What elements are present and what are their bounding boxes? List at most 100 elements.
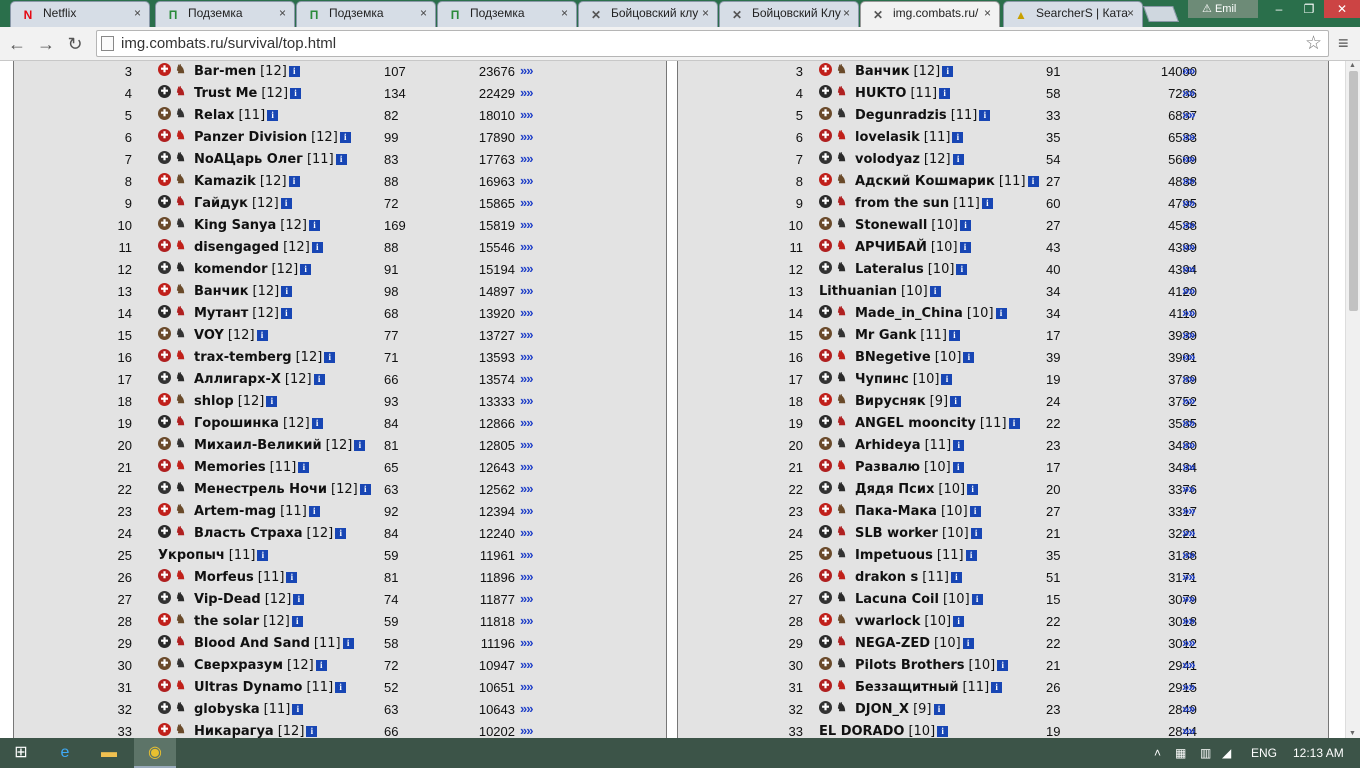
info-icon[interactable]: i bbox=[311, 418, 323, 429]
details-link[interactable]: »» bbox=[1182, 151, 1196, 166]
clan-emblem-icon[interactable]: ♞ bbox=[833, 612, 850, 627]
clan-align-icon[interactable]: ✚ bbox=[819, 327, 832, 340]
clan-align-icon[interactable]: ✚ bbox=[158, 63, 171, 76]
clan-emblem-icon[interactable]: ♞ bbox=[172, 612, 189, 627]
details-link[interactable]: »» bbox=[1182, 459, 1196, 474]
player-name-link[interactable]: volodyaz [12] i bbox=[855, 152, 964, 167]
player-name-link[interactable]: Адский Кошмарик [11] i bbox=[855, 174, 1039, 189]
player-name-link[interactable]: ANGEL mooncity [11] i bbox=[855, 416, 1020, 431]
player-name-link[interactable]: Власть Страха [12] i bbox=[194, 526, 347, 541]
player-name-link[interactable]: Чупинс [10] i bbox=[855, 372, 953, 387]
player-name[interactable]: Morfeus bbox=[194, 570, 254, 585]
player-name[interactable]: Развалю bbox=[855, 460, 920, 475]
details-link[interactable]: »» bbox=[1182, 503, 1196, 518]
info-icon[interactable]: i bbox=[971, 594, 983, 605]
info-icon[interactable]: i bbox=[937, 726, 949, 737]
player-name-link[interactable]: Гайдук [12] i bbox=[194, 196, 292, 211]
maximize-button[interactable]: ❐ bbox=[1294, 0, 1324, 18]
details-link[interactable]: »» bbox=[520, 305, 534, 320]
info-icon[interactable]: i bbox=[933, 704, 945, 715]
info-icon[interactable]: i bbox=[335, 528, 347, 539]
clan-align-icon[interactable]: ✚ bbox=[819, 217, 832, 230]
address-bar[interactable]: img.combats.ru/survival/top.html ☆ bbox=[96, 30, 1329, 57]
player-name-link[interactable]: NoAЦарь Олег [11] i bbox=[194, 152, 347, 167]
player-name[interactable]: Власть Страха bbox=[194, 526, 303, 541]
info-icon[interactable]: i bbox=[967, 484, 979, 495]
details-link[interactable]: »» bbox=[1182, 481, 1196, 496]
player-name[interactable]: lovelasik bbox=[855, 130, 920, 145]
player-name-link[interactable]: DJON_X [9] i bbox=[855, 702, 945, 717]
internet-explorer-icon[interactable]: e bbox=[44, 738, 86, 768]
player-name-link[interactable]: Менестрель Ночи [12] i bbox=[194, 482, 371, 497]
clan-emblem-icon[interactable]: ♞ bbox=[833, 128, 850, 143]
tab-0[interactable]: N Netflix × bbox=[10, 1, 150, 27]
player-name[interactable]: Relax bbox=[194, 108, 234, 123]
vertical-scrollbar[interactable]: ▲ ▼ bbox=[1345, 61, 1360, 738]
info-icon[interactable]: i bbox=[956, 264, 968, 275]
clan-align-icon[interactable]: ✚ bbox=[819, 481, 832, 494]
details-link[interactable]: »» bbox=[520, 327, 534, 342]
info-icon[interactable]: i bbox=[288, 66, 300, 77]
clan-emblem-icon[interactable]: ♞ bbox=[833, 326, 850, 341]
player-name-link[interactable]: Artem-mag [11] i bbox=[194, 504, 320, 519]
clan-align-icon[interactable]: ✚ bbox=[819, 415, 832, 428]
clan-align-icon[interactable]: ✚ bbox=[819, 305, 832, 318]
clan-emblem-icon[interactable]: ♞ bbox=[833, 216, 850, 231]
info-icon[interactable]: i bbox=[950, 396, 962, 407]
details-link[interactable]: »» bbox=[520, 63, 534, 78]
player-name-link[interactable]: SLB worker [10] i bbox=[855, 526, 982, 541]
clan-emblem-icon[interactable]: ♞ bbox=[172, 260, 189, 275]
info-icon[interactable]: i bbox=[257, 550, 269, 561]
clan-align-icon[interactable]: ✚ bbox=[819, 569, 832, 582]
clan-emblem-icon[interactable]: ♞ bbox=[172, 216, 189, 231]
player-name[interactable]: Адский Кошмарик bbox=[855, 174, 995, 189]
details-link[interactable]: »» bbox=[520, 261, 534, 276]
details-link[interactable]: »» bbox=[520, 547, 534, 562]
player-name-link[interactable]: Вирусняк [9] i bbox=[855, 394, 962, 409]
clan-emblem-icon[interactable]: ♞ bbox=[172, 282, 189, 297]
details-link[interactable]: »» bbox=[1182, 723, 1196, 738]
clan-emblem-icon[interactable]: ♞ bbox=[172, 656, 189, 671]
player-name[interactable]: Беззащитный bbox=[855, 680, 958, 695]
tab-2[interactable]: П Подземка × bbox=[296, 1, 436, 27]
details-link[interactable]: »» bbox=[1182, 371, 1196, 386]
clan-align-icon[interactable]: ✚ bbox=[819, 107, 832, 120]
clan-emblem-icon[interactable]: ♞ bbox=[833, 546, 850, 561]
player-name-link[interactable]: Made_in_China [10] i bbox=[855, 306, 1007, 321]
clan-align-icon[interactable]: ✚ bbox=[158, 657, 171, 670]
clan-emblem-icon[interactable]: ♞ bbox=[172, 480, 189, 495]
clan-emblem-icon[interactable]: ♞ bbox=[833, 370, 850, 385]
clan-emblem-icon[interactable]: ♞ bbox=[172, 590, 189, 605]
player-name-link[interactable]: Lithuanian [10] i bbox=[819, 284, 941, 299]
clan-emblem-icon[interactable]: ♞ bbox=[833, 106, 850, 121]
player-name-link[interactable]: vwarlock [10] i bbox=[855, 614, 965, 629]
clan-emblem-icon[interactable]: ♞ bbox=[833, 172, 850, 187]
player-name[interactable]: Никарагуа bbox=[194, 724, 274, 738]
details-link[interactable]: »» bbox=[1182, 657, 1196, 672]
player-name[interactable]: komendor bbox=[194, 262, 268, 277]
clan-emblem-icon[interactable]: ♞ bbox=[172, 392, 189, 407]
clan-align-icon[interactable]: ✚ bbox=[158, 305, 171, 318]
clan-align-icon[interactable]: ✚ bbox=[158, 635, 171, 648]
clan-emblem-icon[interactable]: ♞ bbox=[833, 304, 850, 319]
details-link[interactable]: »» bbox=[1182, 107, 1196, 122]
player-name[interactable]: Ванчик bbox=[855, 64, 910, 79]
clan-align-icon[interactable]: ✚ bbox=[158, 459, 171, 472]
info-icon[interactable]: i bbox=[952, 462, 964, 473]
info-icon[interactable]: i bbox=[981, 198, 993, 209]
info-icon[interactable]: i bbox=[952, 154, 964, 165]
player-name[interactable]: Memories bbox=[194, 460, 266, 475]
info-icon[interactable]: i bbox=[941, 374, 953, 385]
player-name[interactable]: Гайдук bbox=[194, 196, 248, 211]
clan-emblem-icon[interactable]: ♞ bbox=[172, 150, 189, 165]
clan-emblem-icon[interactable]: ♞ bbox=[172, 502, 189, 517]
player-name[interactable]: SLB worker bbox=[855, 526, 938, 541]
network-icon[interactable]: ▥ bbox=[1200, 746, 1211, 760]
player-name-link[interactable]: Ultras Dynamo [11] i bbox=[194, 680, 347, 695]
tab-3[interactable]: П Подземка × bbox=[437, 1, 577, 27]
player-name-link[interactable]: King Sanya [12] i bbox=[194, 218, 320, 233]
player-name[interactable]: EL DORADO bbox=[819, 724, 904, 738]
clan-emblem-icon[interactable]: ♞ bbox=[172, 238, 189, 253]
clan-emblem-icon[interactable]: ♞ bbox=[172, 634, 189, 649]
details-link[interactable]: »» bbox=[1182, 173, 1196, 188]
